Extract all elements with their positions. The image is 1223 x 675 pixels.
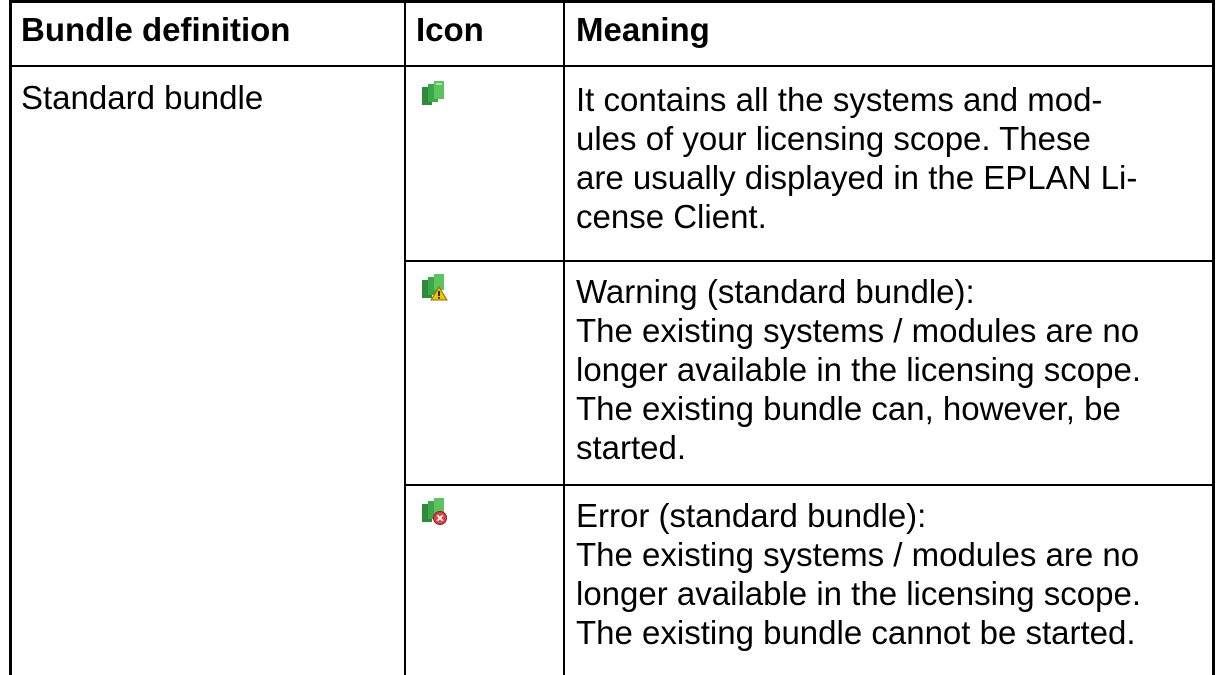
definition-standard-bundle: Standard bundle (21, 79, 264, 116)
header-meaning: Meaning (576, 11, 710, 48)
meaning-line: started. (576, 429, 687, 466)
meaning-line: ules of your licensing scope. These (576, 120, 1091, 157)
column-divider-2 (563, 0, 565, 675)
column-divider-1 (404, 0, 406, 675)
table-right-border (1212, 0, 1215, 675)
bundle-definition-table: Bundle definition Icon Meaning Standard … (9, 0, 1215, 675)
standard-bundle-warning-icon (420, 273, 448, 301)
meaning-line: cense Client. (576, 198, 767, 235)
meaning-line: longer available in the licensing scope. (576, 351, 1142, 388)
table-top-border (9, 0, 1215, 3)
meaning-line: Error (standard bundle): (576, 497, 927, 534)
header-bundle-definition: Bundle definition (21, 11, 291, 48)
table-left-border (9, 0, 12, 675)
meaning-line: It contains all the systems and mod- (576, 81, 1103, 118)
meaning-line: longer available in the licensing scope. (576, 575, 1142, 612)
meaning-line: Warning (standard bundle): (576, 273, 975, 310)
standard-bundle-icon (420, 80, 448, 108)
row-2-bottom-border (404, 484, 1215, 486)
row-1-bottom-border (404, 260, 1215, 262)
meaning-line: The existing systems / modules are no (576, 312, 1140, 349)
header-icon: Icon (416, 11, 484, 48)
header-bottom-border (9, 65, 1215, 67)
meaning-line: The existing bundle cannot be started. (576, 614, 1136, 651)
meaning-line: The existing systems / modules are no (576, 536, 1140, 573)
meaning-line: are usually displayed in the EPLAN Li- (576, 159, 1138, 196)
standard-bundle-error-icon (420, 497, 448, 525)
meaning-line: The existing bundle can, however, be (576, 390, 1121, 427)
